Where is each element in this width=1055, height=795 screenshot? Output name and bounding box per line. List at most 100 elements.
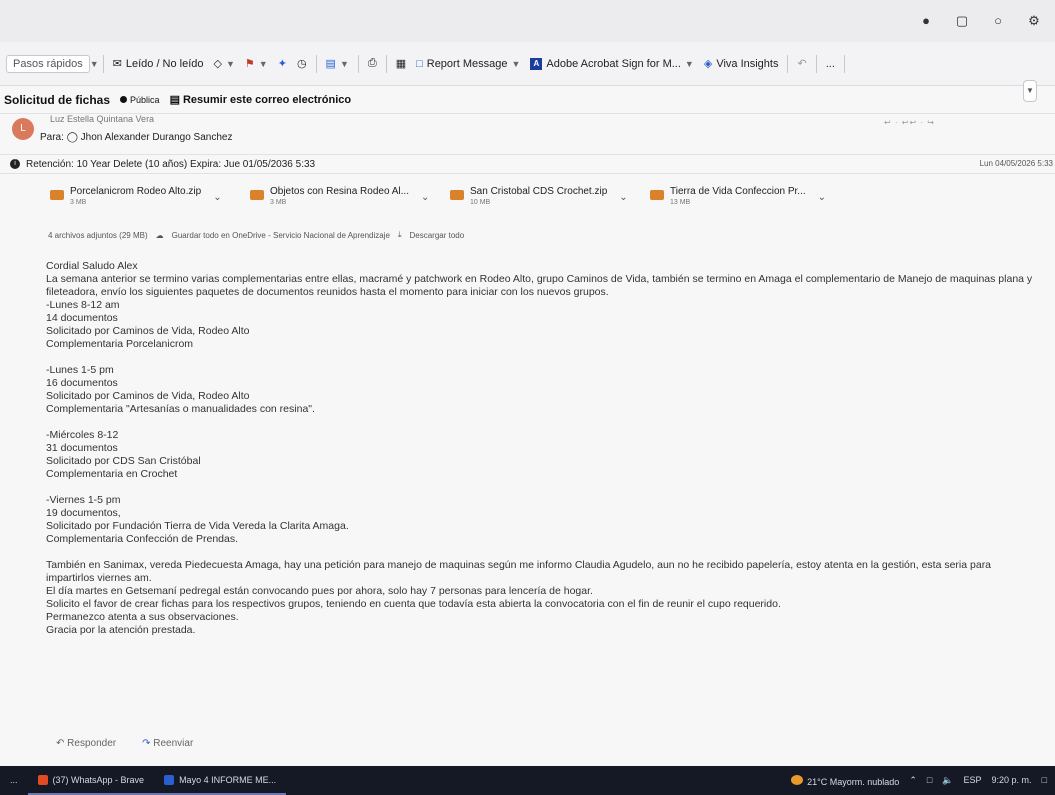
group-schedule: -Viernes 1-5 pm <box>46 494 121 506</box>
print-icon: ⎙ <box>367 57 377 69</box>
sender-name[interactable]: Luz Estella Quintana Vera <box>50 114 154 124</box>
language-indicator[interactable]: ESP <box>964 775 982 787</box>
summarize-icon: ▤ <box>169 94 180 106</box>
summarize-button[interactable]: ▤ Resumir este correo electrónico <box>169 93 352 107</box>
group-request: -Miércoles 8-12 31 documentos Solicitado… <box>46 429 1040 481</box>
chevron-down-icon[interactable]: ⌄ <box>213 192 221 224</box>
pin-button[interactable]: ✦ <box>273 54 292 73</box>
attachment-item[interactable]: Porcelanicrom Rodeo Alto.zip 3 MB ⌄ <box>50 186 230 224</box>
chat-icon[interactable]: ▢ <box>955 14 969 28</box>
pin-icon: ✦ <box>277 58 287 70</box>
divider <box>815 54 817 73</box>
quick-steps-label: Pasos rápidos <box>13 57 83 70</box>
body-paragraph: Permanezco atenta a sus observaciones. <box>46 611 239 623</box>
download-all-link[interactable]: Descargar todo <box>410 231 465 240</box>
bell-icon[interactable]: ○ <box>991 14 1005 28</box>
chevron-down-icon[interactable]: ▼ <box>90 59 99 69</box>
settings-icon[interactable]: ⚙ <box>1027 14 1041 28</box>
title-bar-icons: ● ▢ ○ ⚙ <box>919 14 1041 28</box>
network-icon[interactable]: □ <box>927 775 932 787</box>
summarize-label: Resumir este correo electrónico <box>182 93 352 106</box>
group-course: Complementaria Confección de Prendas. <box>46 533 239 545</box>
recipient-name[interactable]: Jhon Alexander Durango Sanchez <box>81 132 233 143</box>
signoff: Gracia por la atención prestada. <box>46 624 196 636</box>
outlook-window: ● ▢ ○ ⚙ Pasos rápidos ▼ ✉ Leído / No leí… <box>0 0 1055 766</box>
visibility-label: Pública <box>130 94 160 105</box>
reply-actions[interactable]: ↩ · ↩↩ · ↪ <box>884 118 935 127</box>
attachments-list: Porcelanicrom Rodeo Alto.zip 3 MB ⌄ Objet… <box>0 174 1055 224</box>
chevron-down-icon: ▼ <box>258 58 268 69</box>
divider <box>315 54 317 73</box>
read-unread-button[interactable]: ✉ Leído / No leído <box>108 54 209 73</box>
divider <box>843 54 845 73</box>
divider <box>787 54 789 73</box>
viva-icon: ◈ <box>703 58 713 70</box>
chevron-down-icon: ▼ <box>1026 86 1034 95</box>
visibility-badge: Pública <box>120 95 160 105</box>
envelope-icon: ✉ <box>112 58 122 70</box>
weather-label: 21°C Mayorm. nublado <box>807 777 900 787</box>
message-body: Cordial Saludo Alex La semana anterior s… <box>0 246 1040 637</box>
attachment-item[interactable]: Tierra de Vida Confeccion Pr... 13 MB ⌄ <box>650 186 830 224</box>
body-paragraph: El día martes en Getsemaní pedregal está… <box>46 585 593 597</box>
group-documents: 14 documentos <box>46 312 118 324</box>
divider <box>385 54 387 73</box>
group-requester: Solicitado por CDS San Cristóbal <box>46 455 201 467</box>
whatsapp-label: (37) WhatsApp - Brave <box>52 774 145 785</box>
save-onedrive-link[interactable]: Guardar todo en OneDrive - Servicio Naci… <box>172 231 390 240</box>
print-button[interactable]: ⎙ <box>363 54 382 73</box>
zip-folder-icon <box>450 190 464 200</box>
attachment-item[interactable]: Objetos con Resina Rodeo Al... 3 MB ⌄ <box>250 186 430 224</box>
taskbar: ... (37) WhatsApp - Brave Mayo 4 INFORME… <box>0 766 1055 795</box>
taskbar-item-whatsapp[interactable]: (37) WhatsApp - Brave <box>27 766 155 795</box>
ribbon-toolbar: Pasos rápidos ▼ ✉ Leído / No leído ◇ ▼ ⚑ ▼… <box>0 42 1055 86</box>
attachment-name: San Cristobal CDS Crochet.zip <box>470 186 608 197</box>
avatar[interactable]: L <box>12 118 34 140</box>
reply-button[interactable]: ↶ Responder <box>56 738 116 749</box>
ribbon-collapse-button[interactable]: ▼ <box>1023 80 1037 102</box>
read-unread-label: Leído / No leído <box>125 57 204 70</box>
chevron-down-icon[interactable]: ⌄ <box>818 192 826 224</box>
attachment-item[interactable]: San Cristobal CDS Crochet.zip 10 MB ⌄ <box>450 186 630 224</box>
notification-icon[interactable]: □ <box>1042 775 1047 787</box>
attachments-meta: 4 archivos adjuntos (29 MB) ☁ Guardar to… <box>0 224 1055 246</box>
acrobat-sign-button[interactable]: A Adobe Acrobat Sign for M... ▼ <box>525 55 698 73</box>
group-schedule: -Miércoles 8-12 <box>46 429 119 441</box>
snooze-button[interactable]: ◷ <box>292 54 312 73</box>
intro-paragraph: La semana anterior se termino varias com… <box>46 273 1033 298</box>
chevron-down-icon: ▼ <box>511 58 521 69</box>
forward-button[interactable]: ↷ Reenviar <box>142 738 193 749</box>
tag-button[interactable]: ◇ ▼ <box>209 54 240 73</box>
flag-icon: ⚑ <box>244 58 255 70</box>
brave-icon <box>37 774 48 785</box>
chevron-up-icon[interactable]: ⌃ <box>909 775 917 787</box>
weather-widget[interactable]: 21°C Mayorm. nublado <box>791 775 899 787</box>
teams-icon[interactable]: ● <box>919 14 933 28</box>
zip-folder-icon <box>250 190 264 200</box>
acrobat-label: Adobe Acrobat Sign for M... <box>546 57 681 70</box>
clock[interactable]: 9:20 p. m. <box>992 775 1032 787</box>
quick-steps-button[interactable]: Pasos rápidos <box>6 54 90 73</box>
attachment-name: Objetos con Resina Rodeo Al... <box>270 186 409 197</box>
chevron-down-icon[interactable]: ⌄ <box>421 192 429 224</box>
flag-button[interactable]: ⚑ ▼ <box>240 54 273 73</box>
word-label: Mayo 4 INFORME ME... <box>179 774 277 785</box>
volume-icon[interactable]: 🔈 <box>942 775 953 787</box>
undo-button[interactable]: ↶ <box>792 54 811 73</box>
taskbar-item[interactable]: ... <box>0 766 28 795</box>
word-icon <box>164 774 175 785</box>
immersive-reader-button[interactable]: ▦ <box>391 54 411 73</box>
reply-icon: ↶ <box>56 738 65 749</box>
report-message-button[interactable]: □ Report Message ▼ <box>411 55 525 73</box>
taskbar-item-word[interactable]: Mayo 4 INFORME ME... <box>154 766 287 795</box>
info-icon: i <box>10 159 20 169</box>
report-message-label: Report Message <box>426 57 508 70</box>
visibility-dot-icon <box>120 96 128 103</box>
viva-insights-button[interactable]: ◈ Viva Insights <box>699 54 784 73</box>
chevron-down-icon[interactable]: ⌄ <box>619 192 627 224</box>
more-options-button[interactable]: ... <box>821 55 840 73</box>
sender-header: L Luz Estella Quintana Vera Para: ◯ Jhon… <box>0 114 1055 154</box>
user-icon: ◯ <box>66 132 78 143</box>
rules-button[interactable]: ▤ ▼ <box>321 54 354 73</box>
download-icon: ⤓ <box>397 230 402 239</box>
